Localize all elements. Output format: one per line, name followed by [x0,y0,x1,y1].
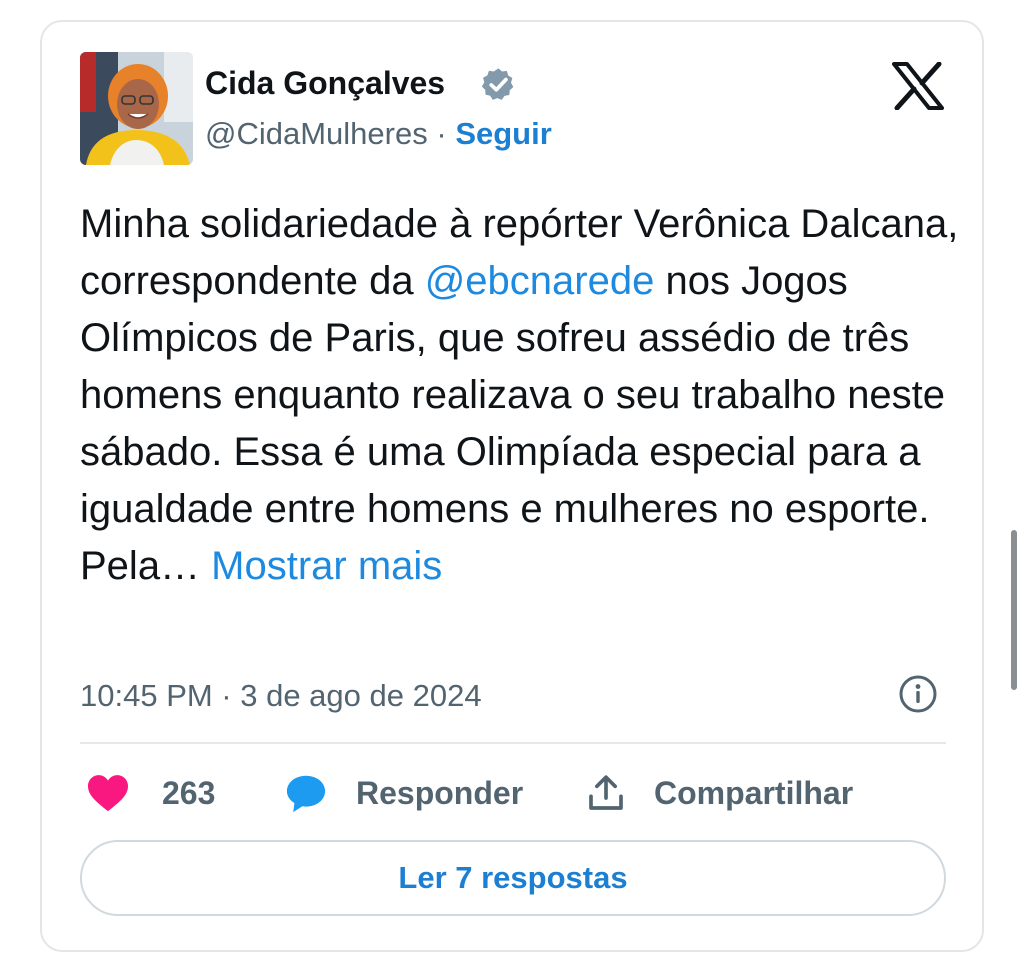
heart-icon [88,775,128,812]
reply-button[interactable]: Responder [284,767,523,819]
like-button[interactable]: 263 [86,767,215,819]
tweet-text-part2: nos Jogos Olímpicos de Paris, que sofreu… [80,259,946,588]
tweet-text: Minha solidariedade à repórter Verônica … [80,196,960,595]
avatar[interactable] [80,52,193,165]
avatar-image [80,52,193,165]
scrollbar[interactable] [1011,530,1017,690]
share-icon [589,775,623,810]
tweet-card[interactable]: Cida Gonçalves @CidaMulheres · Seguir Mi… [40,20,984,952]
reply-label: Responder [356,774,524,811]
timestamp[interactable]: 10:45 PM · 3 de ago de 2024 [80,677,482,715]
read-replies-button[interactable]: Ler 7 respostas [80,840,946,916]
like-count: 263 [162,774,216,811]
share-button[interactable]: Compartilhar [586,767,853,819]
author-name[interactable]: Cida Gonçalves [205,62,445,104]
verified-badge-icon [481,68,514,100]
speech-bubble-icon [286,775,326,813]
show-more-link[interactable]: Mostrar mais [211,544,442,588]
follow-button[interactable]: Seguir [455,116,551,151]
x-logo-icon[interactable] [892,62,944,110]
handle-row: @CidaMulheres · Seguir [205,114,552,154]
author-handle[interactable]: @CidaMulheres [205,116,428,151]
divider [80,742,946,744]
info-icon[interactable] [898,674,938,714]
handle-separator: · [436,116,447,151]
page: Cida Gonçalves @CidaMulheres · Seguir Mi… [0,0,1024,971]
share-label: Compartilhar [654,774,854,811]
mention-link[interactable]: @ebcnarede [425,259,655,303]
